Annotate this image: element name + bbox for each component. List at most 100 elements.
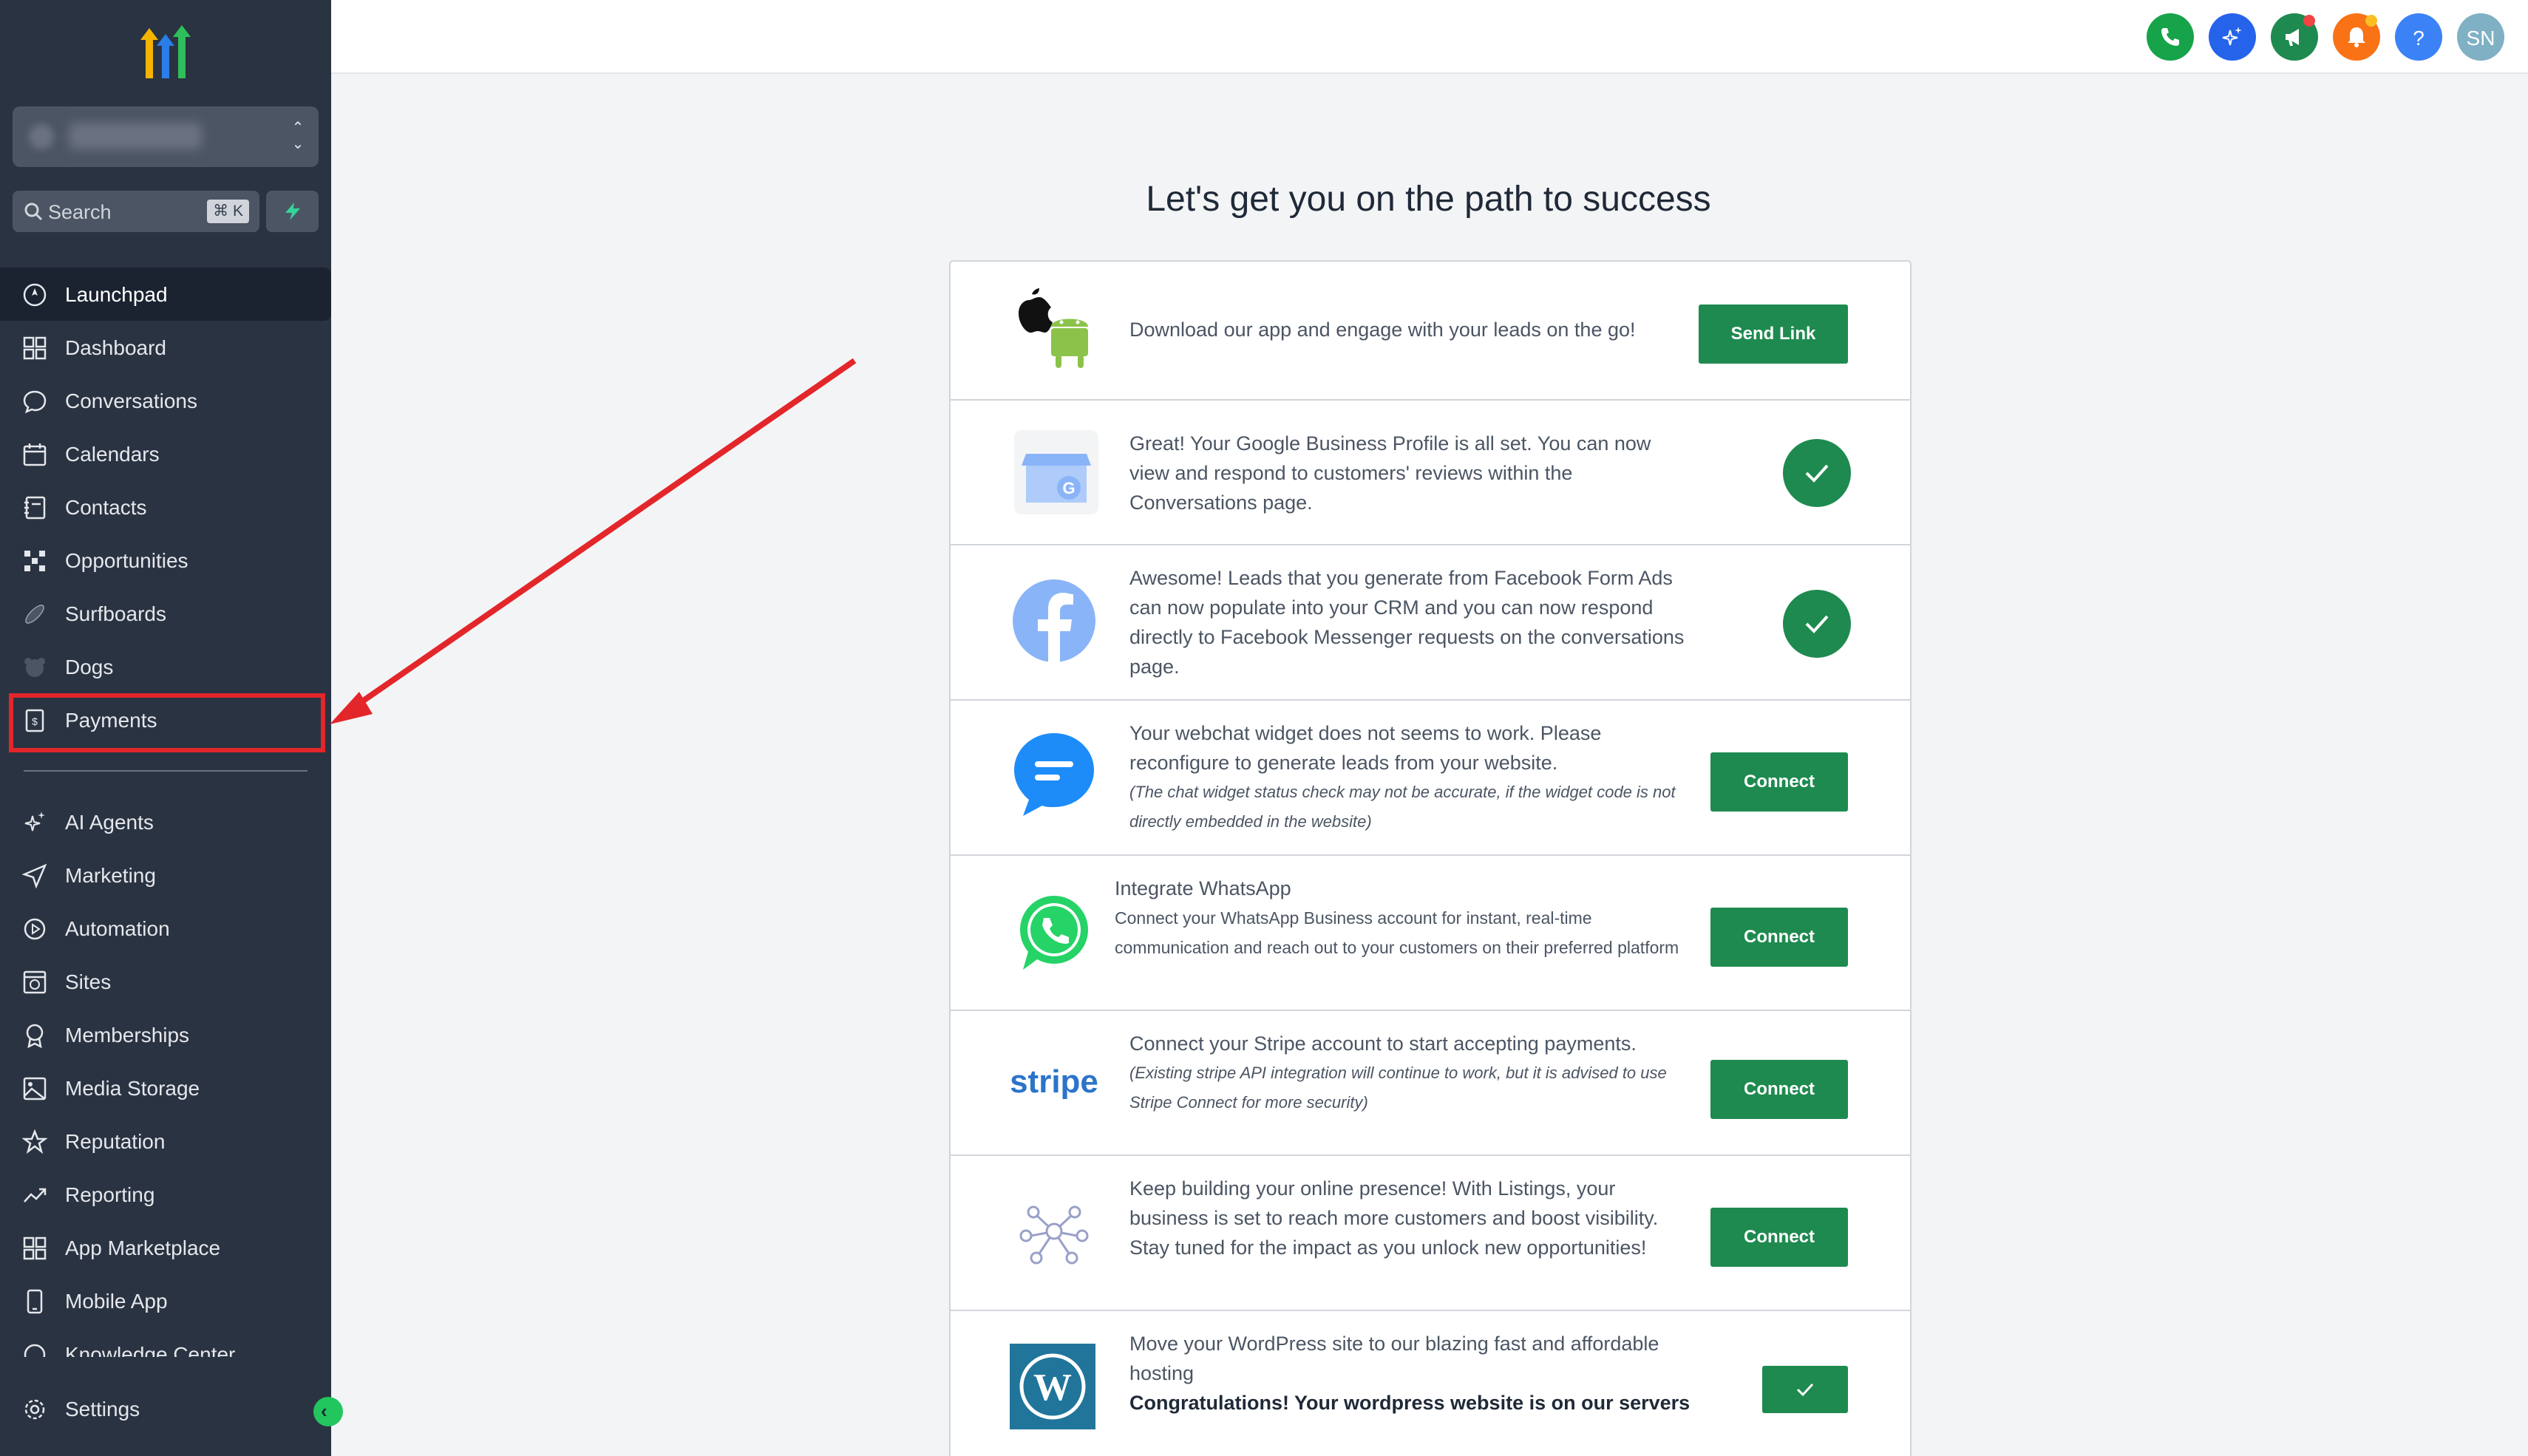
question-mark-icon: ? — [2413, 27, 2425, 50]
sidebar-collapse-button[interactable]: ‹ — [313, 1397, 343, 1426]
search-icon — [24, 203, 43, 221]
sparkle-icon — [24, 812, 45, 831]
sidebar-item-opportunities[interactable]: Opportunities — [0, 534, 331, 587]
row-note: (Existing stripe API integration will co… — [1129, 1064, 1667, 1112]
row-description: Download our app and engage with your le… — [1129, 319, 1636, 341]
lightning-icon — [285, 203, 300, 220]
chat-bubble-icon — [23, 390, 47, 414]
calendar-icon — [23, 443, 47, 466]
sidebar-item-ai-agents[interactable]: AI Agents — [0, 795, 331, 848]
sidebar-item-label: Calendars — [65, 443, 160, 466]
star-icon — [22, 1129, 47, 1154]
sidebar-item-settings[interactable]: Settings — [0, 1382, 331, 1435]
send-link-button[interactable]: Send Link — [1699, 305, 1848, 364]
ai-assistant-button[interactable] — [2209, 13, 2256, 61]
sidebar-item-media-storage[interactable]: Media Storage — [0, 1061, 331, 1115]
stripe-logo: stripe — [1010, 1064, 1098, 1100]
sidebar-item-label: Settings — [65, 1398, 140, 1421]
sparkle-icon — [2222, 27, 2242, 46]
phone-button[interactable] — [2147, 13, 2194, 61]
search-placeholder: Search — [48, 201, 112, 223]
sidebar-item-conversations[interactable]: Conversations — [0, 374, 331, 427]
sidebar-item-label: Opportunities — [65, 549, 188, 572]
connect-stripe-button[interactable]: Connect — [1710, 1060, 1848, 1119]
wordpress-icon: W — [1010, 1344, 1095, 1429]
row-note: (The chat widget status check may not be… — [1129, 783, 1676, 831]
notification-dot — [2365, 15, 2377, 27]
sidebar-divider — [24, 770, 307, 772]
sidebar-item-label: Sites — [65, 970, 112, 993]
list-item-mobile-app: Download our app and engage with your le… — [951, 262, 1910, 401]
sidebar-item-label: Reputation — [65, 1130, 166, 1153]
sidebar-item-memberships[interactable]: Memberships — [0, 1008, 331, 1061]
top-bar: ? SN — [331, 0, 2528, 74]
row-text: Your webchat widget does not seems to wo… — [1129, 722, 1602, 774]
sidebar-item-launchpad[interactable]: Launchpad — [0, 268, 331, 321]
connect-whatsapp-button[interactable]: Connect — [1710, 908, 1848, 967]
list-item-google-business: G Great! Your Google Business Profile is… — [951, 401, 1910, 545]
account-switcher[interactable]: ⌃ ⌄ — [13, 106, 319, 167]
sidebar-item-calendars[interactable]: Calendars — [0, 427, 331, 480]
connect-webchat-button[interactable]: Connect — [1710, 752, 1848, 812]
sidebar-item-mobile-app[interactable]: Mobile App — [0, 1274, 331, 1327]
globe-icon — [23, 970, 47, 994]
chevron-up-down-icon: ⌃ ⌄ — [291, 120, 305, 152]
sidebar-item-dashboard[interactable]: Dashboard — [0, 321, 331, 374]
brand-logo[interactable] — [133, 24, 198, 83]
announcements-button[interactable] — [2271, 13, 2318, 61]
search-input[interactable]: Search ⌘ K — [13, 191, 259, 232]
row-description: Keep building your online presence! With… — [1129, 1177, 1659, 1259]
list-item-whatsapp: Integrate WhatsApp Connect your WhatsApp… — [951, 856, 1910, 1011]
sidebar-item-label: Reporting — [65, 1183, 155, 1206]
sidebar-item-automation[interactable]: Automation — [0, 902, 331, 955]
row-text: Move your WordPress site to our blazing … — [1129, 1333, 1659, 1384]
gear-icon — [24, 1399, 45, 1420]
row-text: Connect your WhatsApp Business account f… — [1115, 908, 1679, 957]
sidebar-item-reporting[interactable]: Reporting — [0, 1168, 331, 1221]
sidebar-item-sites[interactable]: Sites — [0, 955, 331, 1008]
wordpress-completed-button[interactable] — [1762, 1366, 1848, 1413]
sidebar-item-reputation[interactable]: Reputation — [0, 1115, 331, 1168]
row-description: Your webchat widget does not seems to wo… — [1129, 718, 1691, 837]
sidebar-item-surfboards[interactable]: Surfboards — [0, 587, 331, 640]
row-status: Congratulations! Your wordpress website … — [1129, 1392, 1691, 1414]
grid-icon — [23, 336, 47, 360]
quick-action-button[interactable] — [266, 191, 319, 232]
avatar-initials: SN — [2466, 27, 2495, 50]
sidebar: ⌃ ⌄ Search ⌘ K Launchpad Dashboard Conver… — [0, 0, 331, 1456]
phone-icon — [27, 1289, 43, 1314]
facebook-icon — [1013, 579, 1095, 662]
sidebar-item-label: AI Agents — [65, 811, 154, 834]
contacts-book-icon — [24, 496, 46, 520]
sidebar-item-contacts[interactable]: Contacts — [0, 480, 331, 534]
listings-network-icon — [1019, 1205, 1089, 1265]
sidebar-item-label: Marketing — [65, 864, 156, 887]
checkmark-icon — [1805, 615, 1829, 633]
sidebar-item-label: Surfboards — [65, 602, 166, 625]
sidebar-item-label: Launchpad — [65, 283, 168, 306]
sidebar-item-dogs[interactable]: Dogs — [0, 640, 331, 693]
sidebar-item-app-marketplace[interactable]: App Marketplace — [0, 1221, 331, 1274]
account-avatar — [29, 124, 54, 149]
row-text: Connect your Stripe account to start acc… — [1129, 1033, 1637, 1055]
completed-check — [1783, 439, 1851, 507]
onboarding-checklist-card: Download our app and engage with your le… — [949, 260, 1912, 1456]
book-icon — [24, 1344, 46, 1357]
help-button[interactable]: ? — [2395, 13, 2442, 61]
chevron-left-icon: ‹ — [321, 1400, 327, 1422]
notifications-button[interactable] — [2333, 13, 2380, 61]
image-icon — [23, 1077, 47, 1100]
connect-listings-button[interactable]: Connect — [1710, 1208, 1848, 1267]
automation-icon — [24, 918, 46, 940]
sidebar-item-label: App Marketplace — [65, 1236, 221, 1259]
annotation-highlight-box — [9, 693, 325, 752]
sidebar-item-knowledge-center[interactable]: Knowledge Center — [0, 1327, 331, 1357]
send-icon — [22, 863, 47, 888]
sidebar-item-label: Memberships — [65, 1024, 190, 1047]
sidebar-item-label: Media Storage — [65, 1077, 200, 1100]
sidebar-item-marketing[interactable]: Marketing — [0, 848, 331, 902]
trend-icon — [24, 1188, 47, 1202]
user-avatar[interactable]: SN — [2457, 13, 2504, 61]
row-description: Move your WordPress site to our blazing … — [1129, 1329, 1721, 1418]
list-item-wordpress: W Move your WordPress site to our blazin… — [951, 1311, 1910, 1456]
